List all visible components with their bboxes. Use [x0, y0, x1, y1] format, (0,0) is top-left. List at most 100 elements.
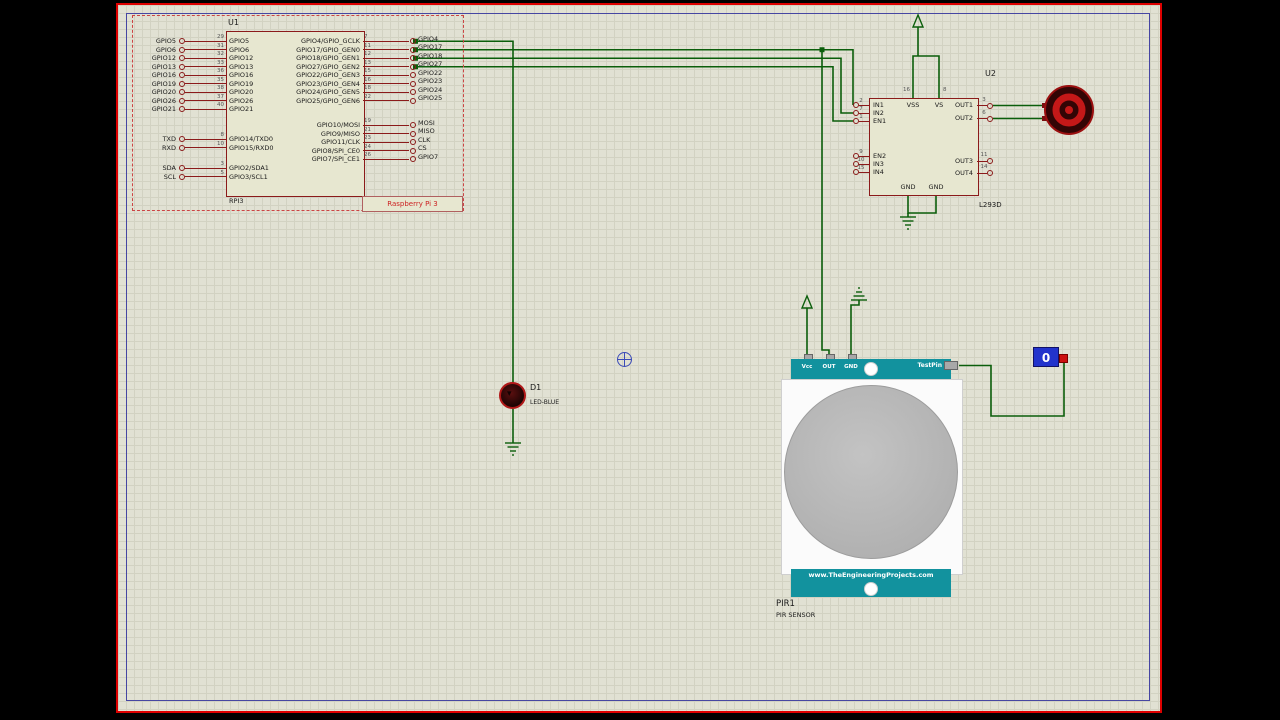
pin-stub [185, 147, 226, 149]
pin-name: GPIO18/GPIO_GEN1 [296, 54, 360, 62]
pin-number: 38 [217, 85, 224, 91]
ground-terminal-led[interactable] [505, 442, 521, 456]
pin-net-label: CS [418, 144, 427, 152]
l293d-pin16-number: 16 [903, 87, 910, 93]
junction-dots [413, 38, 825, 70]
pir-testpin-label: TestPin [917, 362, 942, 369]
pin-name: GPIO23/GPIO_GEN4 [296, 79, 360, 88]
wire-testpin-to-logicstate[interactable] [959, 361, 1065, 417]
ground-terminal-l293d[interactable] [900, 194, 937, 230]
wire-l293d-gnd[interactable] [907, 194, 937, 214]
pin-name: GPIO10/MOSI [316, 121, 360, 129]
pir-dome[interactable] [784, 385, 958, 559]
power-terminal-l293d[interactable] [911, 13, 940, 98]
pin-number: 8 [220, 132, 225, 138]
l293d-right-pins-2: OUT3 11 OUT4 14 [955, 152, 993, 179]
power-terminal-pir[interactable] [800, 294, 814, 357]
pin-name: GPIO8/SPI_CE0 [311, 146, 360, 155]
rpi-reference: U1 [228, 18, 239, 27]
pin-name: GPIO16 [229, 71, 254, 79]
pir-url-label: www.TheEngineeringProjects.com [808, 571, 934, 579]
pir-testpin-connector[interactable] [944, 361, 958, 370]
wire-power-to-vss-vs[interactable] [912, 55, 940, 98]
led-blue-component[interactable] [499, 382, 526, 409]
pin-name: GPIO9/MISO [320, 129, 360, 138]
pin-number: 10 [217, 140, 224, 147]
wire-junction-to-pir-out[interactable] [821, 49, 830, 357]
pin-end[interactable] [410, 97, 416, 104]
pin-name: IN1 [873, 101, 884, 109]
pin-row[interactable]: OUT4 14 [955, 164, 993, 179]
led-symbol-icon: ▾ [507, 389, 512, 399]
pin-net-label: GPIO24 [418, 85, 443, 94]
dc-motor[interactable] [1042, 85, 1094, 135]
pin-net-label: GPIO5 [155, 37, 176, 45]
schematic-canvas[interactable]: U1 RPI3 Raspberry Pi 3 GPIO5 29 GPIO5 GP… [116, 3, 1162, 713]
ground-icon [851, 287, 867, 301]
l293d-left-pins-2: 9 EN2 10 IN3 15 IN4 [853, 149, 886, 176]
pin-name: GPIO19 [229, 79, 254, 88]
pin-number: 24 [364, 143, 371, 150]
pin-end[interactable] [410, 63, 416, 70]
pin-number: 11 [364, 42, 371, 49]
pin-net-label: GPIO27 [418, 60, 443, 68]
l293d-value: L293D [979, 201, 1002, 209]
pin-row[interactable]: 15 IN4 [853, 165, 884, 176]
pin-number: 31 [217, 42, 224, 49]
pin-end[interactable] [410, 130, 416, 137]
pin-end[interactable] [410, 80, 416, 87]
pin-end[interactable] [410, 46, 416, 53]
pin-number: 32 [217, 51, 224, 57]
pin-number: 29 [217, 34, 224, 40]
pin-number: 16 [364, 76, 371, 83]
pin-net-label: GPIO25 [418, 94, 443, 102]
pin-number: 6 [982, 109, 986, 116]
pin-name: IN2 [873, 109, 884, 117]
pin-stub [363, 100, 409, 102]
pin-number: 7 [859, 105, 863, 112]
l293d-component-body[interactable] [869, 98, 979, 196]
pin-net-label: GPIO19 [151, 79, 176, 88]
pin-name: GPIO13 [229, 62, 254, 71]
logic-state-terminal[interactable] [1059, 354, 1068, 363]
pir-screw-hole [864, 362, 878, 376]
wire-gpio27-to-en1[interactable] [416, 65, 853, 122]
pin-net-label: GPIO7 [418, 152, 439, 161]
pin-row[interactable]: OUT2 6 [955, 109, 993, 125]
pin-name: IN3 [873, 160, 884, 168]
pin-name: EN2 [873, 152, 887, 160]
pin-end[interactable] [987, 102, 993, 109]
logic-state-probe[interactable]: 0 [1033, 347, 1059, 367]
l293d-vs-label: VS [934, 101, 944, 109]
pir-screw-hole [864, 582, 878, 596]
pin-number: 21 [364, 126, 371, 133]
ground-icon [900, 216, 916, 230]
pin-name: GPIO22/GPIO_GEN3 [296, 71, 360, 79]
pin-net-label: MISO [418, 127, 435, 135]
pir-value: PIR SENSOR [776, 611, 816, 619]
pin-name: OUT1 [955, 101, 973, 109]
pin-number: 2 [859, 97, 863, 104]
pin-end[interactable] [987, 170, 993, 176]
pin-number: 15 [364, 68, 371, 74]
pir-pin-label: Vcc [801, 364, 813, 370]
pin-name: GPIO5 [229, 37, 250, 45]
pin-stub [185, 108, 226, 110]
pin-number: 1 [859, 113, 863, 120]
pin-name: GPIO21 [229, 105, 254, 113]
pin-number: 10 [857, 156, 865, 163]
l293d-pin8-number: 8 [943, 87, 947, 93]
pin-number: 13 [364, 59, 371, 66]
pin-name: GPIO12 [229, 54, 254, 62]
pin-name: OUT3 [955, 156, 973, 165]
pin-net-label: SCL [163, 172, 176, 181]
pin-net-label: GPIO23 [418, 77, 443, 85]
pin-row[interactable]: 1 EN1 [853, 113, 886, 125]
l293d-reference: U2 [985, 69, 996, 78]
pin-end[interactable] [987, 115, 993, 122]
pin-end[interactable] [410, 147, 416, 154]
l293d-left-pins-1: 2 IN1 7 IN2 1 EN1 [853, 97, 886, 125]
pin-name: GPIO27/GPIO_GEN2 [296, 62, 360, 71]
ground-terminal-pir[interactable] [850, 287, 867, 357]
wire-pir-gnd[interactable] [850, 300, 860, 357]
